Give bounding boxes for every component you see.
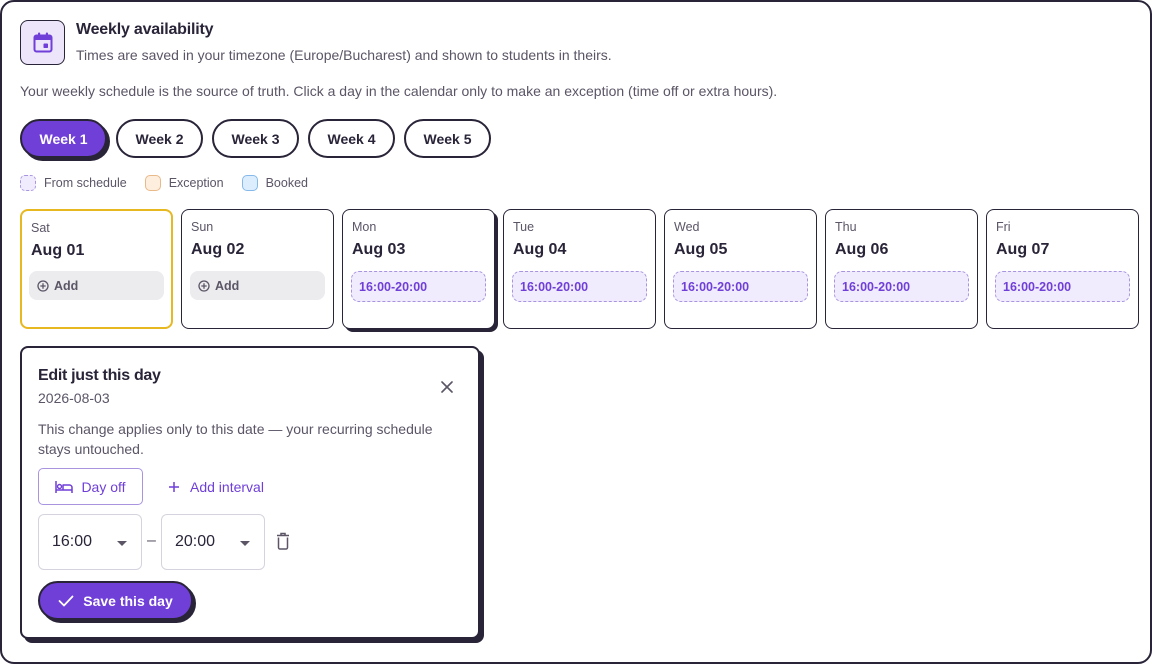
legend-swatch-exception xyxy=(144,175,161,191)
trash-icon[interactable] xyxy=(276,532,294,552)
legend-swatch-schedule xyxy=(20,175,36,191)
day-date: Aug 01 xyxy=(31,242,85,259)
start-time-value: 16:00 xyxy=(52,533,93,550)
legend: From schedule Exception Booked xyxy=(20,175,308,191)
legend-swatch-booked xyxy=(241,175,258,191)
schedule-slot[interactable]: 16:00-20:00 xyxy=(351,271,486,302)
day-of-week: Thu xyxy=(835,220,857,234)
legend-label-booked: Booked xyxy=(265,176,308,190)
tab-week-5[interactable]: Week 5 xyxy=(404,119,491,158)
chevron-down-icon xyxy=(240,541,250,546)
day-off-button[interactable]: Day off xyxy=(38,468,143,505)
start-time-select[interactable]: 16:00 xyxy=(38,514,142,570)
check-icon xyxy=(58,595,74,606)
close-icon[interactable] xyxy=(436,376,458,398)
day-card-wed[interactable]: Wed Aug 05 16:00-20:00 xyxy=(664,209,817,329)
legend-item-schedule: From schedule xyxy=(20,175,127,191)
save-label: Save this day xyxy=(83,592,173,609)
week-tabs: Week 1 Week 2 Week 3 Week 4 Week 5 xyxy=(20,119,491,158)
add-button[interactable]: Add xyxy=(29,271,164,300)
day-card-tue[interactable]: Tue Aug 04 16:00-20:00 xyxy=(503,209,656,329)
schedule-slot[interactable]: 16:00-20:00 xyxy=(995,271,1130,302)
panel-description: This change applies only to this date — … xyxy=(38,421,433,457)
plus-circle-icon xyxy=(37,279,49,292)
add-label: Add xyxy=(54,278,79,293)
day-of-week: Fri xyxy=(996,220,1011,234)
page-subtitle: Times are saved in your timezone (Europe… xyxy=(76,47,612,63)
time-separator: – xyxy=(147,532,156,549)
tab-week-4[interactable]: Week 4 xyxy=(308,119,395,158)
day-date: Aug 06 xyxy=(835,241,889,258)
schedule-slot[interactable]: 16:00-20:00 xyxy=(673,271,808,302)
panel-date: 2026-08-03 xyxy=(38,390,110,406)
panel-title: Edit just this day xyxy=(38,367,161,384)
day-card-mon[interactable]: Mon Aug 03 16:00-20:00 xyxy=(342,209,495,329)
edit-day-panel: Edit just this day 2026-08-03 This chang… xyxy=(20,346,480,639)
day-of-week: Tue xyxy=(513,220,535,234)
tab-week-1[interactable]: Week 1 xyxy=(20,119,107,158)
tab-week-3[interactable]: Week 3 xyxy=(212,119,299,158)
calendar-icon xyxy=(20,20,65,65)
day-off-label: Day off xyxy=(81,478,126,495)
add-label: Add xyxy=(215,278,240,293)
legend-label-exception: Exception xyxy=(168,176,224,190)
day-of-week: Sun xyxy=(191,220,214,234)
legend-label-schedule: From schedule xyxy=(44,176,127,190)
day-row: Sat Aug 01 Add Sun Aug 02 Add Mon Aug 03… xyxy=(20,209,1139,329)
schedule-slot[interactable]: 16:00-20:00 xyxy=(834,271,969,302)
bed-icon xyxy=(55,480,74,493)
save-day-button[interactable]: Save this day xyxy=(38,581,193,620)
day-card-thu[interactable]: Thu Aug 06 16:00-20:00 xyxy=(825,209,978,329)
day-date: Aug 07 xyxy=(996,241,1050,258)
add-interval-label: Add interval xyxy=(190,478,264,495)
end-time-value: 20:00 xyxy=(175,533,216,550)
chevron-down-icon xyxy=(117,541,127,546)
day-date: Aug 04 xyxy=(513,241,567,258)
day-card-sat[interactable]: Sat Aug 01 Add xyxy=(20,209,173,329)
day-of-week: Wed xyxy=(674,220,700,234)
day-date: Aug 02 xyxy=(191,241,245,258)
day-date: Aug 03 xyxy=(352,241,406,258)
day-of-week: Sat xyxy=(31,221,50,235)
availability-card: Weekly availability Times are saved in y… xyxy=(0,0,1152,664)
plus-icon xyxy=(169,481,179,492)
intro-text: Your weekly schedule is the source of tr… xyxy=(20,83,778,99)
add-interval-button[interactable]: Add interval xyxy=(164,468,268,505)
add-button[interactable]: Add xyxy=(190,271,325,300)
day-card-sun[interactable]: Sun Aug 02 Add xyxy=(181,209,334,329)
day-of-week: Mon xyxy=(352,220,377,234)
legend-item-booked: Booked xyxy=(241,175,308,191)
tab-week-2[interactable]: Week 2 xyxy=(116,119,203,158)
schedule-slot[interactable]: 16:00-20:00 xyxy=(512,271,647,302)
page-title: Weekly availability xyxy=(76,21,214,38)
day-card-fri[interactable]: Fri Aug 07 16:00-20:00 xyxy=(986,209,1139,329)
day-date: Aug 05 xyxy=(674,241,728,258)
end-time-select[interactable]: 20:00 xyxy=(161,514,265,570)
plus-circle-icon xyxy=(198,279,210,292)
legend-item-exception: Exception xyxy=(144,175,224,191)
